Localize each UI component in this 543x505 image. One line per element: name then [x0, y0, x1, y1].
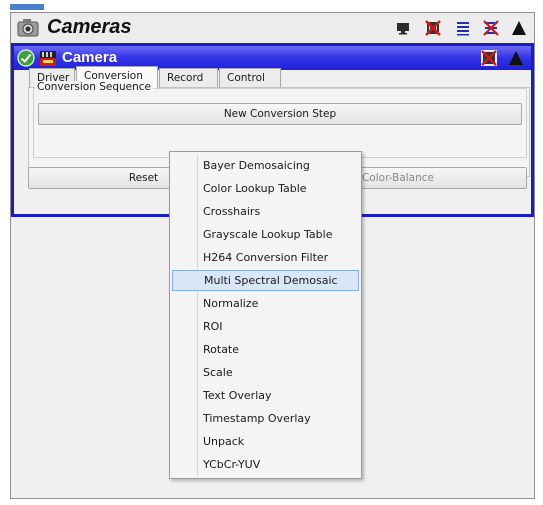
menu-item-text-overlay[interactable]: Text Overlay	[172, 385, 359, 406]
menu-item-timestamp-overlay[interactable]: Timestamp Overlay	[172, 408, 359, 429]
tab-record[interactable]: Record	[159, 68, 218, 87]
collapse-up-icon[interactable]	[511, 20, 527, 36]
top-accent-mark	[10, 4, 44, 10]
close-x-icon[interactable]	[483, 20, 499, 36]
menu-item-grayscale-lookup-table[interactable]: Grayscale Lookup Table	[172, 224, 359, 245]
camera-panel-title: Camera	[62, 49, 118, 66]
menu-item-scale[interactable]: Scale	[172, 362, 359, 383]
menu-item-crosshairs[interactable]: Crosshairs	[172, 201, 359, 222]
menu-item-bayer-demosaicing[interactable]: Bayer Demosaicing	[172, 155, 359, 176]
menu-item-ycbcr-yuv[interactable]: YCbCr-YUV	[172, 454, 359, 475]
menu-item-unpack[interactable]: Unpack	[172, 431, 359, 452]
list-icon[interactable]	[455, 20, 471, 36]
menu-item-roi[interactable]: ROI	[172, 316, 359, 337]
menu-item-color-lookup-table[interactable]: Color Lookup Table	[172, 178, 359, 199]
camera-app-icon	[17, 19, 39, 37]
menu-item-multi-spectral-demosaic[interactable]: Multi Spectral Demosaic	[172, 270, 359, 291]
window-titlebar: Cameras	[11, 13, 534, 44]
conversion-sequence-label: Conversion Sequence	[35, 81, 153, 93]
window-title: Cameras	[47, 16, 132, 38]
menu-item-h264-conversion-filter[interactable]: H264 Conversion Filter	[172, 247, 359, 268]
menu-item-normalize[interactable]: Normalize	[172, 293, 359, 314]
new-conversion-step-button[interactable]: New Conversion Step	[38, 103, 522, 125]
conversion-step-menu: Bayer Demosaicing Color Lookup Table Cro…	[169, 151, 362, 479]
no-video-icon[interactable]	[481, 50, 497, 66]
monitor-icon[interactable]	[395, 20, 411, 36]
menu-item-rotate[interactable]: Rotate	[172, 339, 359, 360]
check-circle-icon	[17, 49, 35, 67]
no-video-icon[interactable]	[425, 20, 441, 36]
collapse-up-icon[interactable]	[508, 50, 524, 66]
tab-control[interactable]: Control	[219, 68, 281, 87]
live-camera-icon	[40, 51, 56, 66]
